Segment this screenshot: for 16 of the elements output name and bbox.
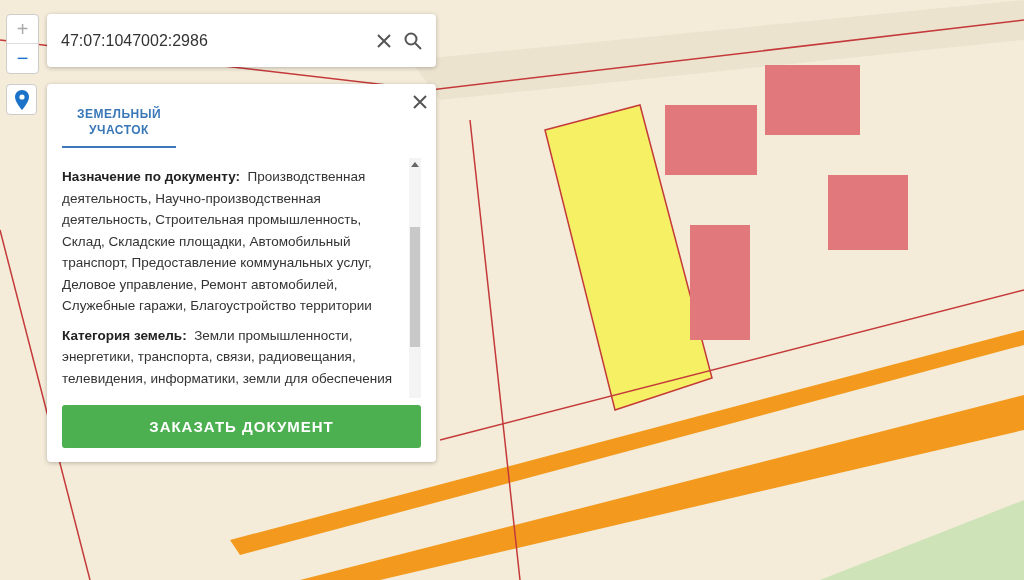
scroll-up-icon[interactable] <box>411 161 419 167</box>
close-icon[interactable] <box>413 95 427 109</box>
order-document-button[interactable]: ЗАКАЗАТЬ ДОКУМЕНТ <box>62 405 421 448</box>
search-value: 47:07:1047002:2986 <box>61 31 209 50</box>
scrollbar[interactable] <box>409 158 421 398</box>
location-pin-icon <box>14 89 29 110</box>
tab[interactable]: ЗЕМЕЛЬНЫЙ УЧАСТОК <box>62 106 176 148</box>
close-icon[interactable] <box>376 32 392 49</box>
field-text: Категория земель: Земли промышленности, энергетики, транспорта, связи, радиовещания, телевидения, информатики, земли для обеспечения <box>62 326 394 388</box>
zoom-out-button[interactable]: − <box>7 44 38 73</box>
field-text: Назначение по документу: Производственная деятельность, Научно-производственная деятельность, Строительная промышленность, Склад, Складские площадки, Автомобильный транспорт, Предоставление коммунальных услуг, Деловое управление, Ремонт автомобилей, Служебные гаражи, Благоустройство территории <box>62 168 373 315</box>
zoom-in-button[interactable]: + <box>7 15 38 44</box>
search-field[interactable]: 47:07:1047002:2986 <box>47 14 436 67</box>
scroll-thumb[interactable] <box>410 227 420 347</box>
search-icon[interactable] <box>404 31 422 50</box>
location-button[interactable] <box>6 84 37 115</box>
